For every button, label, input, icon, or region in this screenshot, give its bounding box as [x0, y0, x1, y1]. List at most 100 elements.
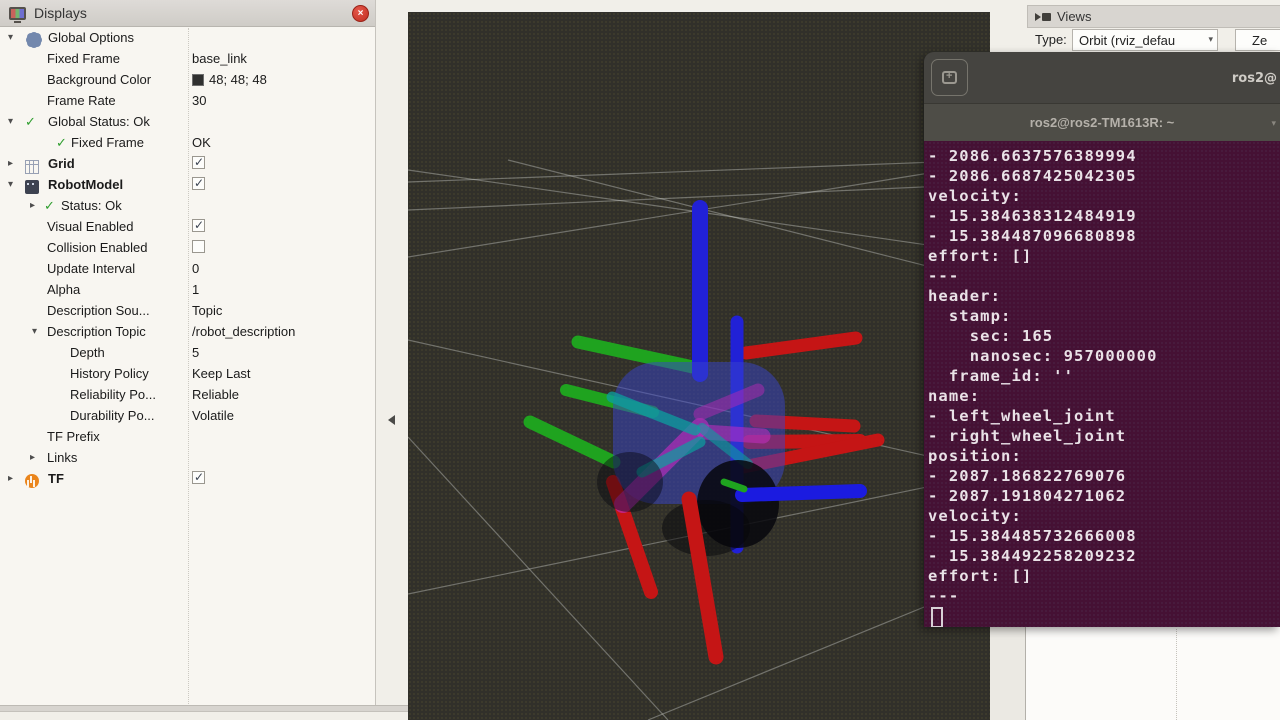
3d-viewport[interactable] — [408, 12, 990, 720]
horizontal-splitter[interactable] — [0, 705, 408, 712]
terminal-line: --- — [928, 586, 1280, 606]
property-label: Description Sou... — [47, 303, 150, 318]
terminal-line: - 15.384638312484919 — [928, 206, 1280, 226]
property-value — [192, 471, 205, 484]
property-column-divider[interactable] — [188, 28, 189, 704]
terminal-tab-bar[interactable]: ros2@ros2-TM1613R: ~ ▾ — [924, 103, 1280, 141]
gear-icon — [27, 33, 41, 47]
expand-arrow-icon[interactable]: ▸ — [30, 451, 35, 465]
property-value — [192, 177, 205, 190]
property-label: Depth — [70, 345, 105, 360]
check-icon: ✓ — [25, 115, 39, 129]
property-label: Global Options — [48, 30, 134, 45]
property-label: Status: Ok — [61, 198, 122, 213]
displays-panel-titlebar[interactable]: Displays × — [0, 0, 375, 27]
expand-arrow-icon[interactable]: ▸ — [30, 199, 35, 213]
property-label: Update Interval — [47, 261, 135, 276]
panel-collapse-arrow-icon[interactable] — [388, 415, 395, 425]
checkbox[interactable] — [192, 471, 205, 484]
chevron-down-icon[interactable]: ▾ — [1271, 118, 1276, 129]
property-value: base_link — [192, 51, 247, 66]
terminal-line: - right_wheel_joint — [928, 426, 1280, 446]
zero-button[interactable]: Ze — [1235, 29, 1280, 51]
collapse-arrow-icon[interactable]: ▾ — [32, 325, 37, 339]
property-label: Visual Enabled — [47, 219, 134, 234]
property-value: Topic — [192, 303, 222, 318]
terminal-line: velocity: — [928, 186, 1280, 206]
terminal-line: --- — [928, 266, 1280, 286]
terminal-line: - 2086.6637576389994 — [928, 146, 1280, 166]
terminal-line: header: — [928, 286, 1280, 306]
check-icon: ✓ — [56, 136, 70, 150]
collapse-arrow-icon[interactable]: ▾ — [8, 178, 13, 192]
displays-monitor-icon — [9, 7, 26, 20]
property-label: Fixed Frame — [47, 51, 120, 66]
property-value: Reliable — [192, 387, 239, 402]
property-value — [192, 219, 205, 232]
camera-icon — [1035, 13, 1051, 21]
terminal-line: position: — [928, 446, 1280, 466]
new-tab-icon — [942, 71, 957, 84]
terminal-line: - 2086.6687425042305 — [928, 166, 1280, 186]
property-label: Links — [47, 450, 77, 465]
terminal-window-title: ros2@ — [1232, 71, 1277, 86]
check-icon: ✓ — [44, 199, 58, 213]
expand-arrow-icon[interactable]: ▸ — [8, 472, 13, 486]
property-label: TF — [48, 471, 64, 486]
terminal-line: - 2087.186822769076 — [928, 466, 1280, 486]
close-icon[interactable]: × — [352, 5, 369, 22]
collapse-arrow-icon[interactable]: ▾ — [8, 115, 13, 129]
views-type-row: Type: Orbit (rviz_defau ▾ Ze — [990, 28, 1280, 52]
color-swatch — [192, 74, 204, 86]
expand-arrow-icon[interactable]: ▸ — [8, 157, 13, 171]
terminal-cursor — [931, 607, 943, 627]
checkbox[interactable] — [192, 240, 205, 253]
property-value: /robot_description — [192, 324, 295, 339]
tf-icon — [25, 474, 39, 488]
terminal-line: - 15.384492258209232 — [928, 546, 1280, 566]
property-label: Global Status: Ok — [48, 114, 150, 129]
terminal-content[interactable]: - 2086.6637576389994- 2086.6687425042305… — [924, 141, 1280, 627]
view-type-dropdown[interactable]: Orbit (rviz_defau ▾ — [1072, 29, 1218, 51]
property-value — [192, 240, 205, 253]
terminal-line: frame_id: '' — [928, 366, 1280, 386]
property-value: 5 — [192, 345, 199, 360]
property-label: Fixed Frame — [71, 135, 144, 150]
checkbox[interactable] — [192, 219, 205, 232]
views-list-column-divider — [1176, 629, 1177, 720]
view-type-label: Type: — [1035, 32, 1067, 47]
terminal-titlebar[interactable]: ros2@ — [924, 52, 1280, 103]
property-label: Frame Rate — [47, 93, 116, 108]
property-label: Grid — [48, 156, 75, 171]
property-value — [192, 156, 205, 169]
property-label: Background Color — [47, 72, 151, 87]
new-tab-button[interactable] — [931, 59, 968, 96]
views-panel-body-area — [990, 627, 1280, 720]
terminal-line: stamp: — [928, 306, 1280, 326]
displays-panel: Displays × ▾ Global Options Fixed Frame bas… — [0, 0, 376, 705]
displays-panel-title: Displays — [34, 5, 87, 21]
view-type-value: Orbit (rviz_defau — [1079, 33, 1175, 48]
property-value: 1 — [192, 282, 199, 297]
property-value: Keep Last — [192, 366, 251, 381]
property-value: 30 — [192, 93, 206, 108]
property-label: Alpha — [47, 282, 80, 297]
rviz-window: Displays × ▾ Global Options Fixed Frame bas… — [0, 0, 1280, 720]
terminal-line: name: — [928, 386, 1280, 406]
property-label: Reliability Po... — [70, 387, 156, 402]
terminal-window[interactable]: ros2@ ros2@ros2-TM1613R: ~ ▾ - 2086.6637… — [924, 52, 1280, 627]
property-value: Volatile — [192, 408, 234, 423]
property-label: RobotModel — [48, 177, 123, 192]
robot-icon — [25, 180, 39, 194]
property-label: TF Prefix — [47, 429, 100, 444]
collapse-arrow-icon[interactable]: ▾ — [8, 31, 13, 45]
checkbox[interactable] — [192, 177, 205, 190]
grid-icon — [25, 160, 39, 174]
views-list[interactable] — [1025, 627, 1280, 720]
terminal-output: - 2086.6637576389994- 2086.6687425042305… — [928, 146, 1280, 606]
checkbox[interactable] — [192, 156, 205, 169]
views-panel-titlebar[interactable]: Views — [1027, 5, 1280, 28]
views-panel-title: Views — [1057, 9, 1091, 24]
terminal-line: effort: [] — [928, 566, 1280, 586]
terminal-tab-label[interactable]: ros2@ros2-TM1613R: ~ — [1030, 115, 1175, 130]
